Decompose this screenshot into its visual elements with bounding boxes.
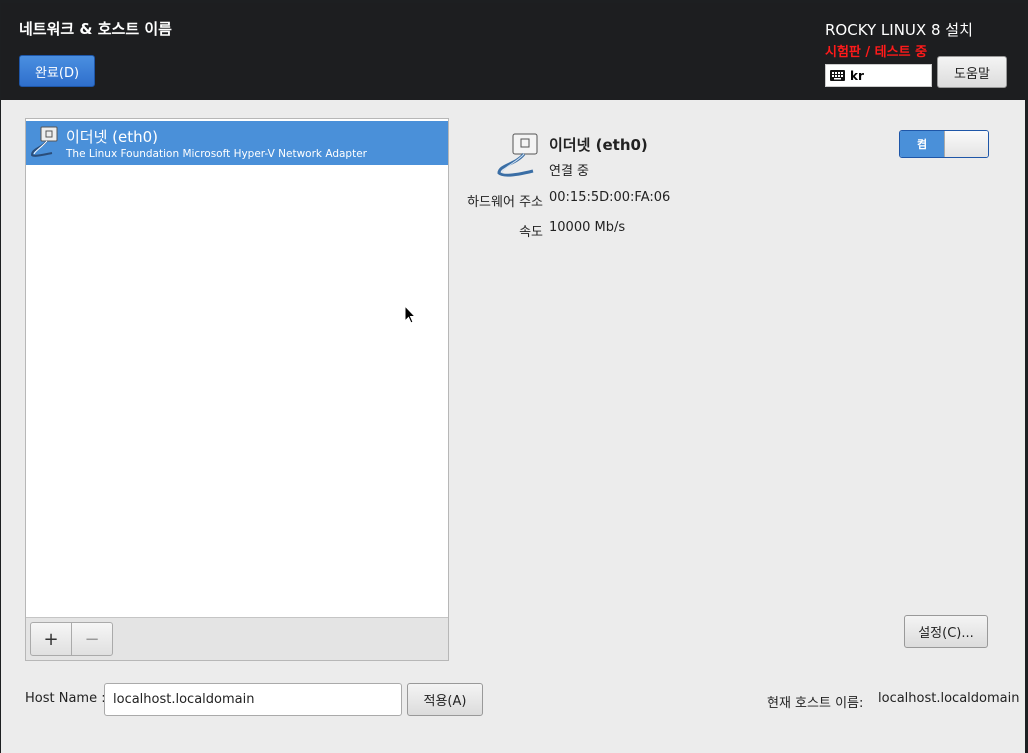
speed-value: 10000 Mb/s xyxy=(549,220,626,235)
toggle-on-label: 켬 xyxy=(900,131,944,157)
device-enable-toggle[interactable]: 켬 xyxy=(899,130,989,158)
speed-label: 속도 xyxy=(519,225,543,240)
beta-warning: 시험판 / 테스트 중 xyxy=(825,45,928,60)
host-name-input[interactable] xyxy=(104,683,402,716)
apply-button[interactable]: 적용(A) xyxy=(407,683,483,716)
current-hostname-value: localhost.localdomain xyxy=(878,691,1020,706)
device-status: 연결 중 xyxy=(549,164,590,179)
hardware-address-value: 00:15:5D:00:FA:06 xyxy=(549,190,671,205)
ethernet-cable-icon xyxy=(497,133,538,177)
list-item-eth0[interactable]: 이더넷 (eth0) The Linux Foundation Microsof… xyxy=(26,121,448,165)
remove-device-button[interactable]: − xyxy=(71,622,113,656)
host-name-label: Host Name : xyxy=(25,691,106,706)
current-hostname-label: 현재 호스트 이름: xyxy=(767,696,864,711)
device-name: 이더넷 (eth0) xyxy=(66,128,159,146)
header-bar: 네트워크 & 호스트 이름 완료(D) ROCKY LINUX 8 설치 시험판… xyxy=(1,3,1025,100)
settings-button[interactable]: 설정(C)... xyxy=(904,615,988,648)
keyboard-layout-indicator[interactable]: kr xyxy=(825,64,932,87)
hardware-address-label: 하드웨어 주소 xyxy=(467,195,543,210)
installer-window: 네트워크 & 호스트 이름 완료(D) ROCKY LINUX 8 설치 시험판… xyxy=(1,3,1025,753)
keyboard-layout-label: kr xyxy=(850,68,864,83)
device-description: The Linux Foundation Microsoft Hyper-V N… xyxy=(66,148,367,160)
ethernet-cable-icon xyxy=(30,126,58,157)
product-title: ROCKY LINUX 8 설치 xyxy=(825,21,973,39)
add-device-button[interactable]: + xyxy=(30,622,72,656)
help-button[interactable]: 도움말 xyxy=(937,56,1007,88)
device-detail-name: 이더넷 (eth0) xyxy=(549,136,648,154)
list-toolbar: + − xyxy=(26,617,448,660)
mouse-pointer-icon xyxy=(404,305,416,324)
page-title: 네트워크 & 호스트 이름 xyxy=(19,20,172,38)
device-list: 이더넷 (eth0) The Linux Foundation Microsof… xyxy=(25,118,449,661)
keyboard-icon xyxy=(830,70,845,81)
toggle-knob xyxy=(944,131,988,157)
done-button[interactable]: 완료(D) xyxy=(19,55,95,87)
